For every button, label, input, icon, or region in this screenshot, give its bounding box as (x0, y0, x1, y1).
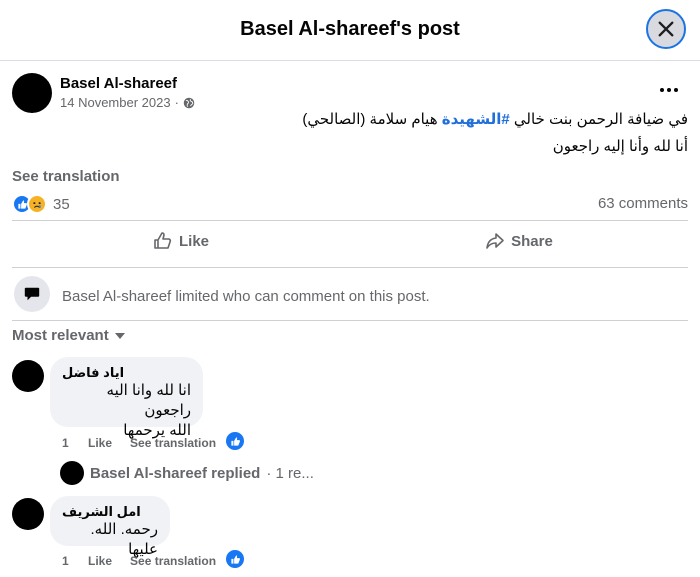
dialog-header: Basel Al-shareef's post (0, 0, 700, 61)
share-button[interactable]: Share (350, 222, 688, 260)
comments-count-link[interactable]: 63 comments (598, 195, 688, 212)
more-options-button[interactable] (655, 78, 683, 102)
share-button-label: Share (511, 232, 553, 250)
commenter-name[interactable]: اياد فاضل (62, 365, 191, 381)
comment-limit-icon-wrapper (14, 276, 50, 312)
sad-reaction-icon (27, 194, 47, 214)
meta-separator: · (174, 95, 179, 110)
comment-time[interactable]: 1 (62, 436, 88, 450)
comment-like-badge-icon (226, 550, 244, 568)
post-date[interactable]: 14 November 2023 (60, 95, 171, 110)
commenter-avatar[interactable] (12, 360, 44, 392)
post-meta: 14 November 2023 · (60, 95, 195, 110)
post-text-line-1: في ضيافة الرحمن بنت خالي #الشهيدة هيام س… (302, 110, 688, 128)
replies-more: · 1 re... (266, 464, 314, 482)
comment-text-line: انا لله وانا اليه راجعون (106, 382, 191, 419)
comment-bubble: اياد فاضل انا لله وانا اليه راجعون الله … (50, 357, 203, 439)
like-button[interactable]: Like (12, 222, 350, 260)
comment-like-link[interactable]: Like (88, 554, 112, 568)
commenter-name[interactable]: امل الشريف (62, 504, 158, 520)
comment-limit-notice: Basel Al-shareef limited who can comment… (62, 288, 430, 305)
see-translation-link[interactable]: See translation (12, 168, 120, 185)
comment-see-translation-link[interactable]: See translation (130, 554, 216, 568)
like-button-label: Like (178, 232, 209, 250)
chevron-down-icon (114, 332, 125, 339)
replies-text: Basel Al-shareef replied (90, 464, 261, 482)
thumbs-up-icon (154, 232, 172, 249)
comment-bubble: امل الشريف رحمه. الله. عليها (50, 496, 170, 558)
view-replies-link[interactable]: Basel Al-shareef replied · 1 re... (60, 461, 314, 485)
sort-label: Most relevant (12, 327, 109, 344)
hashtag-link[interactable]: #الشهيدة (442, 111, 510, 128)
comment-time[interactable]: 1 (62, 554, 88, 568)
author-name[interactable]: Basel Al-shareef (60, 75, 177, 92)
reactions-count: 35 (53, 195, 70, 213)
comment-like-link[interactable]: Like (88, 436, 112, 450)
share-icon (486, 233, 504, 249)
comment-bubble-icon (24, 287, 40, 301)
reply-avatar (60, 461, 84, 485)
globe-icon[interactable] (183, 97, 195, 109)
post-text-part: هيام سلامة (الصالحي) (302, 111, 442, 128)
post-text-line-2: أنا لله وأنا إليه راجعون (552, 138, 688, 155)
comment-actions: 1 Like See translation (62, 554, 216, 568)
close-button[interactable] (646, 9, 686, 49)
reactions-summary[interactable]: 35 (12, 194, 70, 214)
divider (12, 220, 688, 221)
sort-comments-dropdown[interactable]: Most relevant (12, 327, 125, 344)
comment-see-translation-link[interactable]: See translation (130, 436, 216, 450)
comment-actions: 1 Like See translation (62, 436, 216, 450)
close-icon (658, 21, 674, 37)
comment-like-badge-icon (226, 432, 244, 450)
dialog-title: Basel Al-shareef's post (240, 18, 460, 40)
author-avatar[interactable] (12, 73, 52, 113)
more-options-icon (660, 88, 664, 92)
divider (12, 320, 688, 321)
post-text-part: في ضيافة الرحمن بنت خالي (509, 111, 688, 128)
divider (12, 267, 688, 268)
commenter-avatar[interactable] (12, 498, 44, 530)
